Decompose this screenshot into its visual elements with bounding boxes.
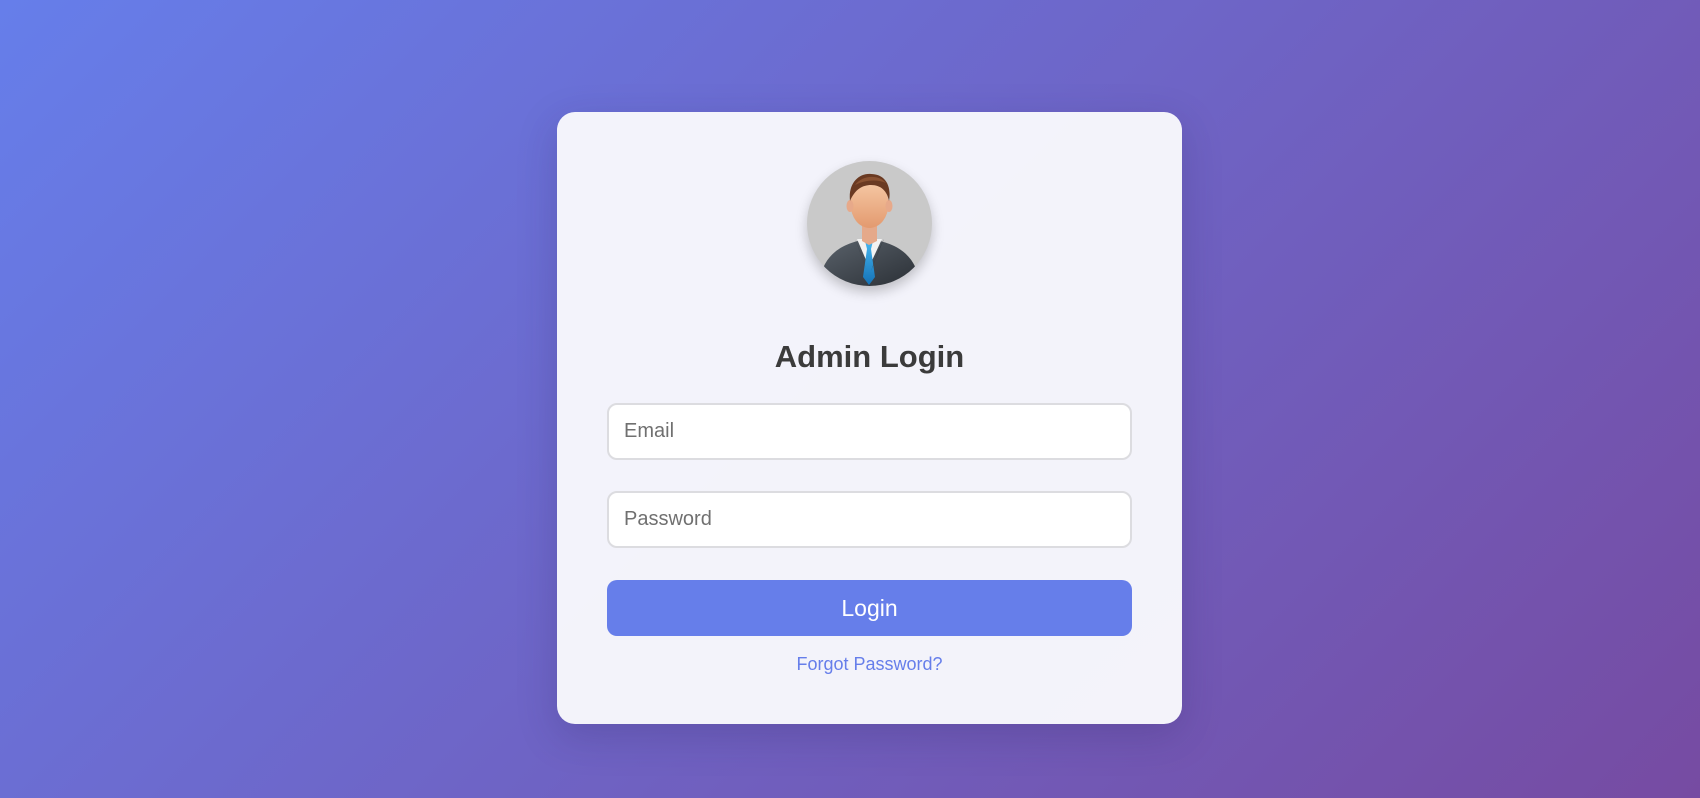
forgot-password-link[interactable]: Forgot Password? xyxy=(557,654,1182,675)
email-field[interactable] xyxy=(607,403,1132,460)
login-card: Admin Login Login Forgot Password? xyxy=(557,112,1182,724)
login-button[interactable]: Login xyxy=(607,580,1132,636)
admin-avatar-icon xyxy=(807,161,932,286)
page-title: Admin Login xyxy=(774,339,965,374)
password-field[interactable] xyxy=(607,491,1132,548)
